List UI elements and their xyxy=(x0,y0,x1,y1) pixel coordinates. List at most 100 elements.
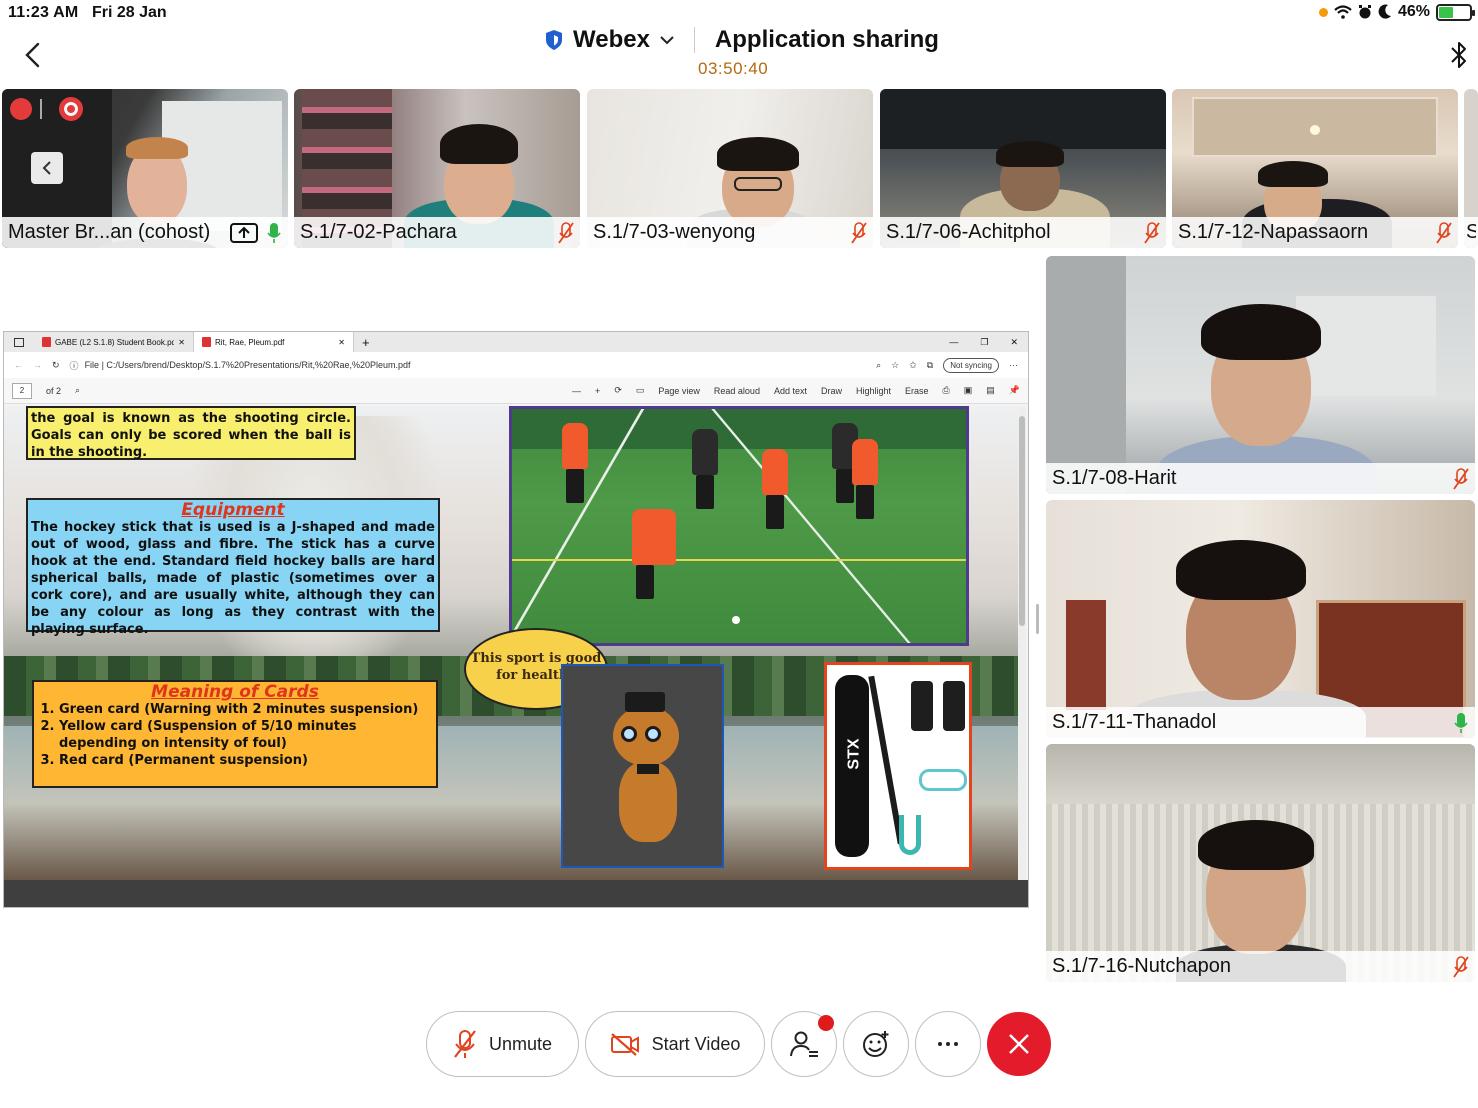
battery-percent: 46% xyxy=(1397,3,1430,20)
share-upload-icon xyxy=(230,222,258,243)
pdf-toolbar: 2 of 2 ⌕ — + ⟳ ▭ Page view Read aloud Ad… xyxy=(4,378,1028,404)
equipment-text: The hockey stick that is used is a J-sha… xyxy=(31,520,435,637)
favorite-icon[interactable]: ☆ xyxy=(891,360,899,371)
mic-muted-icon xyxy=(851,221,867,244)
draw-button[interactable]: Draw xyxy=(821,386,842,396)
erase-button[interactable]: Erase xyxy=(905,386,929,396)
participant-thumbnail-overflow[interactable]: S xyxy=(1464,89,1478,248)
save-icon[interactable]: ▣ xyxy=(964,385,973,396)
video-tile[interactable]: S.1/7-11-Thanadol xyxy=(1046,500,1475,738)
info-icon: ⓘ xyxy=(69,360,79,371)
forward-arrow-icon[interactable]: → xyxy=(33,360,42,370)
mic-muted-icon xyxy=(1453,467,1469,490)
page-view-button[interactable]: Page view xyxy=(658,386,700,396)
participant-name-bar: Master Br...an (cohost) xyxy=(2,217,288,248)
participant-thumbnail[interactable]: S.1/7-06-Achitphol xyxy=(880,89,1166,248)
zoom-in-icon[interactable]: + xyxy=(595,386,600,396)
address-row: ← → ↻ ⓘ File | C:/Users/brend/Desktop/S.1… xyxy=(4,352,1028,378)
shield-icon xyxy=(546,30,562,50)
participants-icon xyxy=(790,1031,818,1057)
indicator-divider xyxy=(40,99,42,119)
tab-close-icon[interactable]: ✕ xyxy=(338,338,345,347)
search-icon[interactable]: ⌕ xyxy=(75,385,80,396)
pdf-slide: the goal is known as the shooting circle… xyxy=(4,406,1018,880)
bear-cartoon-panel xyxy=(561,664,724,868)
page-count: of 2 xyxy=(46,385,62,396)
print-icon[interactable]: ⎙ xyxy=(943,385,950,396)
cards-list: Green card (Warning with 2 minutes suspe… xyxy=(37,701,433,769)
card-item: Yellow card (Suspension of 5/10 minutes … xyxy=(59,718,433,752)
zoom-icon[interactable]: ⌕ xyxy=(876,360,881,371)
fit-page-icon[interactable]: ▭ xyxy=(636,385,645,396)
zoom-out-icon[interactable]: — xyxy=(572,386,581,396)
start-video-button[interactable]: Start Video xyxy=(585,1011,765,1077)
collections-icon[interactable]: ⧉ xyxy=(927,360,933,371)
close-window-icon[interactable]: ✕ xyxy=(1010,337,1018,348)
participant-name: Master Br...an (cohost) xyxy=(8,221,211,243)
back-chevron-icon[interactable] xyxy=(20,40,48,70)
participant-name-bar: S.1/7-02-Pachara xyxy=(294,217,580,248)
equipment-box: Equipment The hockey stick that is used … xyxy=(26,498,440,637)
more-dots-icon xyxy=(938,1042,958,1046)
video-tile[interactable]: S.1/7-16-Nutchapon xyxy=(1046,744,1475,982)
mic-muted-icon xyxy=(454,1030,476,1058)
add-text-button[interactable]: Add text xyxy=(774,386,807,396)
muted-host-icon xyxy=(10,98,32,120)
video-off-icon xyxy=(610,1033,639,1056)
restore-icon[interactable]: ❐ xyxy=(980,337,988,348)
pane-resize-handle[interactable] xyxy=(1036,604,1039,634)
minimize-icon[interactable]: — xyxy=(949,337,958,348)
browser-tab-active[interactable]: Rit, Rae, Pleum.pdf ✕ xyxy=(194,332,354,352)
leave-meeting-button[interactable] xyxy=(987,1012,1051,1076)
record-icon xyxy=(59,97,83,121)
save-as-icon[interactable]: ▤ xyxy=(986,385,995,396)
more-options-button[interactable] xyxy=(915,1011,981,1077)
highlight-button[interactable]: Highlight xyxy=(856,386,891,396)
participant-thumbnail[interactable]: S.1/7-03-wenyong xyxy=(587,89,873,248)
sync-status[interactable]: Not syncing xyxy=(943,357,999,373)
tab-actions-icon[interactable] xyxy=(4,337,34,347)
header-title-group: Webex Application sharing xyxy=(545,26,939,54)
goal-text: the goal is known as the shooting circle… xyxy=(31,411,351,460)
participant-thumbnail[interactable]: S.1/7-12-Napassaorn xyxy=(1172,89,1458,248)
stick-brand: STX xyxy=(845,738,863,770)
collapse-chevron-icon[interactable] xyxy=(31,152,63,184)
favorites-bar-icon[interactable]: ✩ xyxy=(909,360,917,371)
browser-tab[interactable]: GABE (L2 S.1.8) Student Book.pd ✕ xyxy=(34,332,194,352)
cards-box: Meaning of Cards Green card (Warning wit… xyxy=(32,680,438,788)
webex-menu-button[interactable]: Webex xyxy=(573,26,650,54)
tile-name-bar: S.1/7-16-Nutchapon xyxy=(1046,951,1475,982)
bluetooth-icon[interactable] xyxy=(1448,40,1470,70)
mic-on-icon xyxy=(1454,712,1468,733)
shared-screen-bottom-bar xyxy=(4,880,1028,907)
reactions-button[interactable] xyxy=(843,1011,909,1077)
shared-screen: GABE (L2 S.1.8) Student Book.pd ✕ Rit, Ra… xyxy=(3,331,1029,908)
video-tile[interactable]: S.1/7-08-Harit xyxy=(1046,256,1475,494)
moon-icon xyxy=(1378,4,1391,19)
new-tab-icon[interactable]: + xyxy=(354,335,378,350)
start-video-label: Start Video xyxy=(651,1033,741,1054)
pdf-scrollbar[interactable] xyxy=(1018,406,1026,880)
participants-notification-dot xyxy=(818,1015,834,1031)
unmute-button[interactable]: Unmute xyxy=(426,1011,579,1077)
rotate-icon[interactable]: ⟳ xyxy=(614,385,622,396)
participant-thumbnail[interactable]: Master Br...an (cohost) xyxy=(2,89,288,248)
tab-close-icon[interactable]: ✕ xyxy=(178,338,185,347)
sharing-title: Application sharing xyxy=(714,26,939,53)
browser-tab-strip: GABE (L2 S.1.8) Student Book.pd ✕ Rit, Ra… xyxy=(4,332,1028,352)
mic-on-icon xyxy=(267,222,281,243)
read-aloud-button[interactable]: Read aloud xyxy=(714,386,760,396)
refresh-icon[interactable]: ↻ xyxy=(52,360,60,371)
wifi-icon xyxy=(1334,5,1352,19)
cards-title: Meaning of Cards xyxy=(151,682,319,702)
address-bar[interactable]: ⓘ File | C:/Users/brend/Desktop/S.1.7%20P… xyxy=(70,356,867,374)
chevron-down-icon[interactable] xyxy=(660,35,674,45)
page-number-input[interactable]: 2 xyxy=(12,382,32,399)
window-controls: — ❐ ✕ xyxy=(949,337,1028,348)
battery-icon xyxy=(1436,3,1475,21)
participant-thumbnail[interactable]: S.1/7-02-Pachara xyxy=(294,89,580,248)
more-menu-icon[interactable]: ··· xyxy=(1009,360,1018,370)
back-arrow-icon[interactable]: ← xyxy=(14,360,23,370)
equipment-title: Equipment xyxy=(181,500,285,520)
pin-icon[interactable]: 📌 xyxy=(1009,385,1020,396)
